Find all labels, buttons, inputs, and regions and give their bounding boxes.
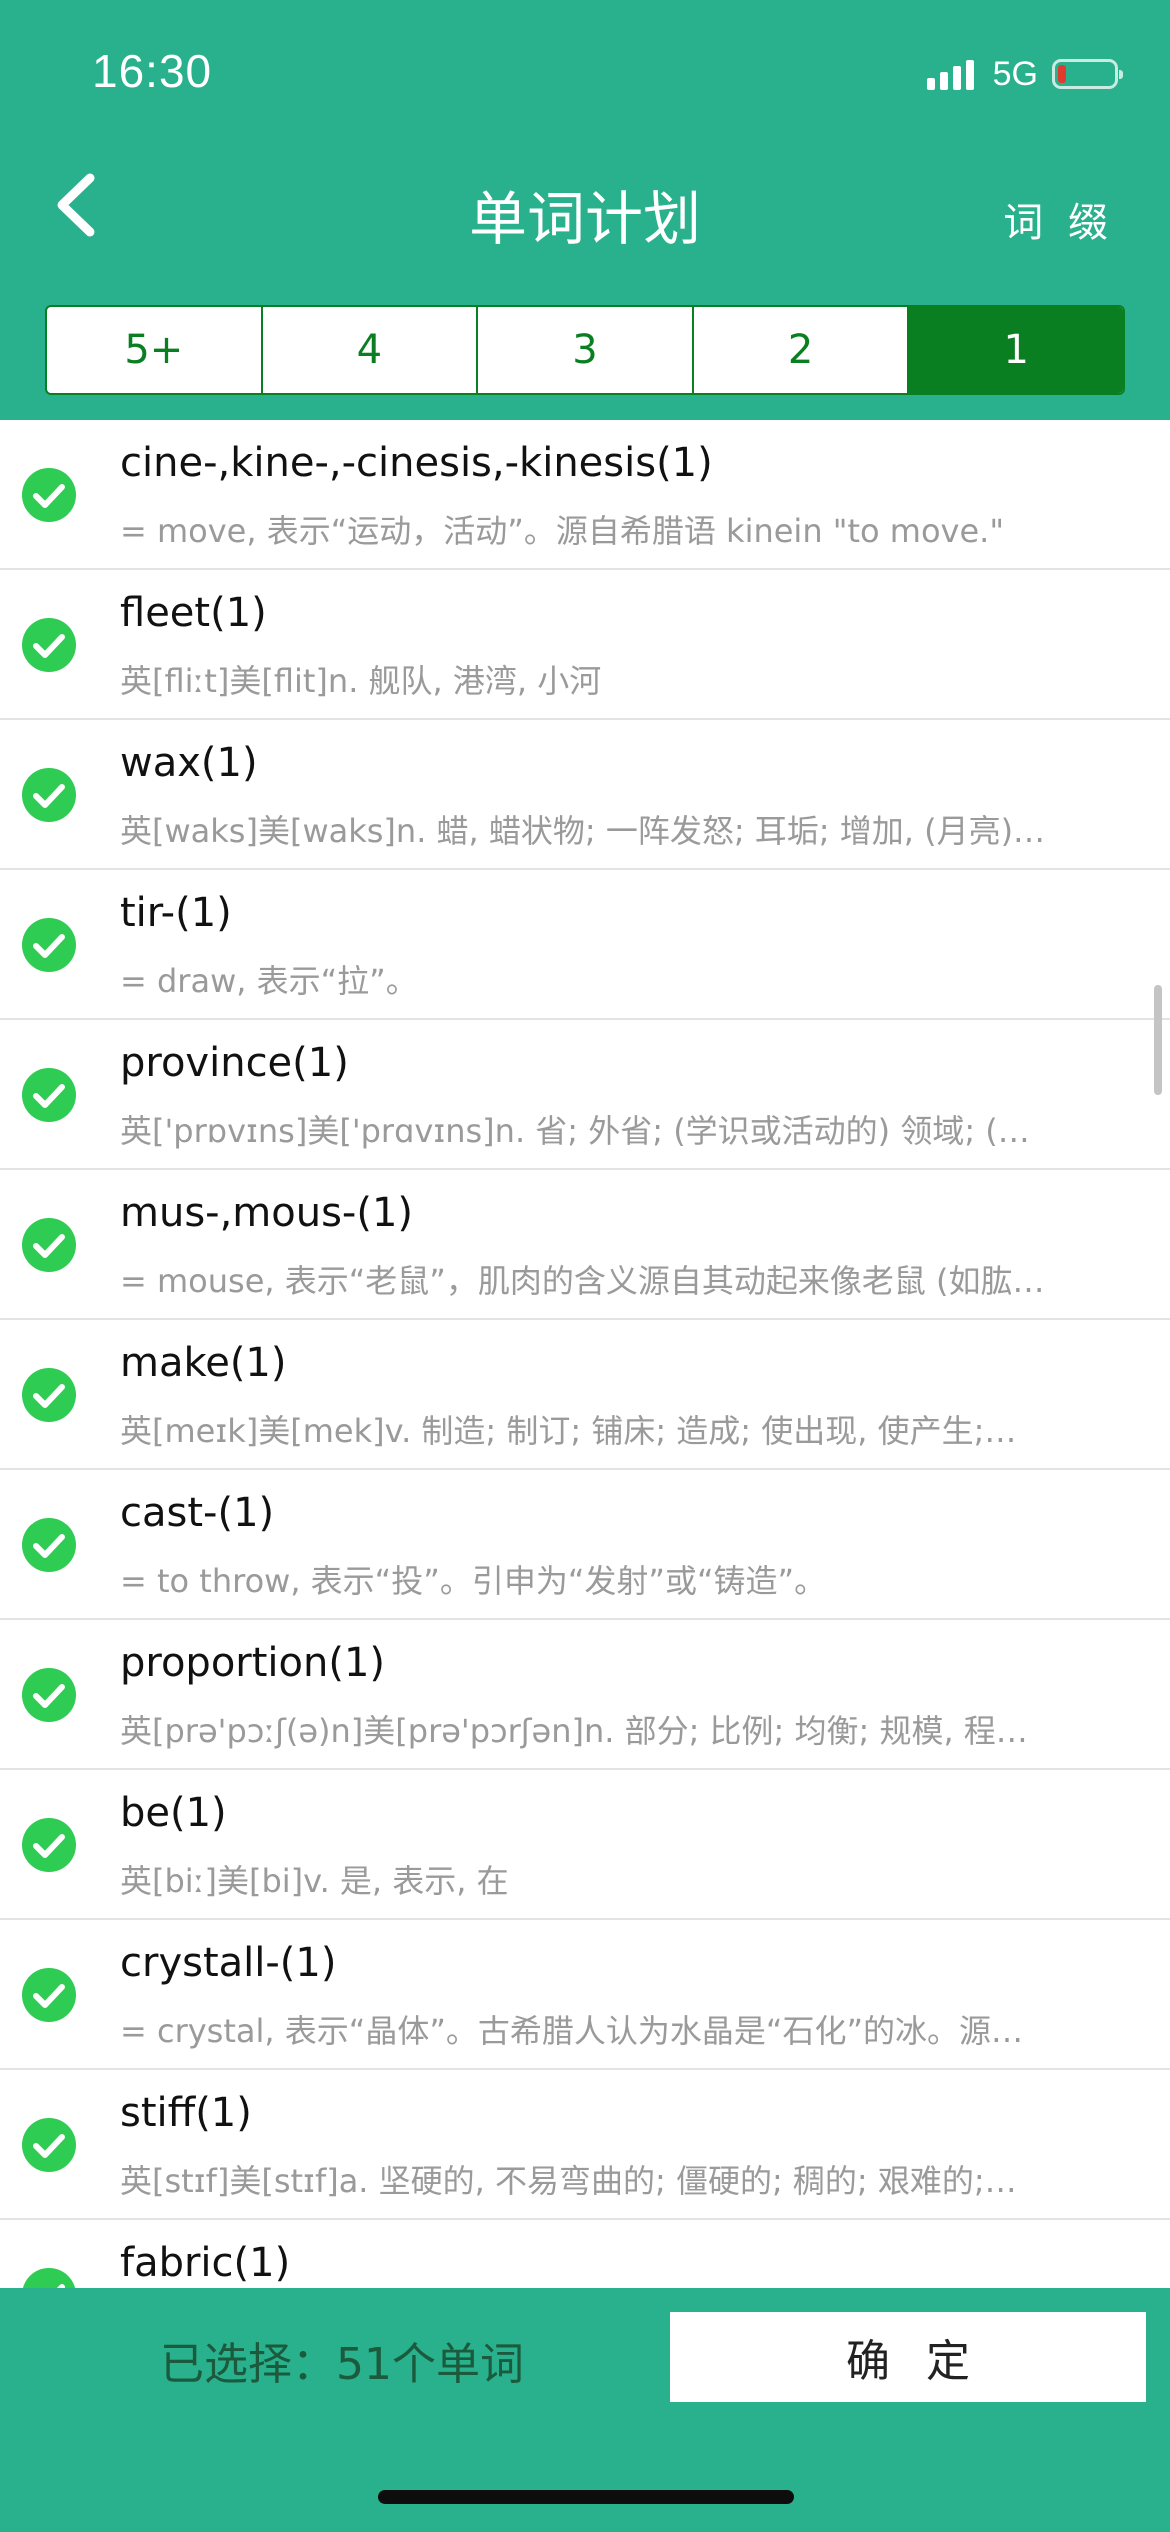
check-icon[interactable] xyxy=(22,768,76,822)
tab-1[interactable]: 1 xyxy=(909,307,1123,393)
word-title: fabric(1) xyxy=(120,2240,291,2286)
tab-5-plus[interactable]: 5+ xyxy=(47,307,263,393)
list-item[interactable]: cast-(1) = to throw, 表示“投”。引申为“发射”或“铸造”。 xyxy=(0,1470,1170,1620)
home-indicator[interactable] xyxy=(378,2490,794,2504)
check-icon[interactable] xyxy=(22,1818,76,1872)
list-item[interactable]: be(1) 英[biː]美[bi]v. 是, 表示, 在 xyxy=(0,1770,1170,1920)
word-description: 英[biː]美[bi]v. 是, 表示, 在 xyxy=(120,1862,509,1900)
word-description: 英[waks]美[waks]n. 蜡, 蜡状物; 一阵发怒; 耳垢; 增加, (… xyxy=(120,812,1046,850)
word-title: province(1) xyxy=(120,1040,349,1086)
check-icon[interactable] xyxy=(22,1518,76,1572)
page-title: 单词计划 xyxy=(468,185,701,253)
check-icon[interactable] xyxy=(22,1368,76,1422)
check-icon[interactable] xyxy=(22,618,76,672)
list-item[interactable]: wax(1) 英[waks]美[waks]n. 蜡, 蜡状物; 一阵发怒; 耳垢… xyxy=(0,720,1170,870)
status-icons: 5G xyxy=(926,54,1123,94)
confirm-button[interactable]: 确定 xyxy=(670,2312,1146,2402)
check-icon[interactable] xyxy=(22,1968,76,2022)
battery-icon xyxy=(1052,59,1123,89)
check-icon[interactable] xyxy=(22,1068,76,1122)
word-title: cine-,kine-,-cinesis,-kinesis(1) xyxy=(120,440,713,486)
word-list[interactable]: cine-,kine-,-cinesis,-kinesis(1) = move,… xyxy=(0,420,1170,2288)
word-description: 英[stɪf]美[stɪf]a. 坚硬的, 不易弯曲的; 僵硬的; 稠的; 艰难… xyxy=(120,2162,1017,2200)
word-description: = draw, 表示“拉”。 xyxy=(120,962,418,1000)
tab-2[interactable]: 2 xyxy=(694,307,910,393)
tab-4[interactable]: 4 xyxy=(263,307,479,393)
word-description: = mouse, 表示“老鼠”，肌肉的含义源自其动起来像老鼠 (如肱… xyxy=(120,1262,1045,1300)
list-item[interactable]: crystall-(1) = crystal, 表示“晶体”。古希腊人认为水晶是… xyxy=(0,1920,1170,2070)
list-item[interactable]: stiff(1) 英[stɪf]美[stɪf]a. 坚硬的, 不易弯曲的; 僵硬… xyxy=(0,2070,1170,2220)
word-title: mus-,mous-(1) xyxy=(120,1190,414,1236)
check-icon[interactable] xyxy=(22,2118,76,2172)
check-icon[interactable] xyxy=(22,918,76,972)
status-time: 16:30 xyxy=(92,45,213,97)
list-item[interactable]: mus-,mous-(1) = mouse, 表示“老鼠”，肌肉的含义源自其动起… xyxy=(0,1170,1170,1320)
word-description: = move, 表示“运动，活动”。源自希腊语 kinein "to move.… xyxy=(120,512,1005,550)
word-title: crystall-(1) xyxy=(120,1940,337,1986)
word-title: be(1) xyxy=(120,1790,227,1836)
word-description: 英[prə'pɔːʃ(ə)n]美[prə'pɔrʃən]n. 部分; 比例; 均… xyxy=(120,1712,1028,1750)
network-label: 5G xyxy=(992,54,1038,93)
count-filter-tabs: 5+ 4 3 2 1 xyxy=(45,305,1125,395)
word-description: 英['prɒvɪns]美['prɑvɪns]n. 省; 外省; (学识或活动的)… xyxy=(120,1112,1030,1150)
list-item[interactable]: province(1) 英['prɒvɪns]美['prɑvɪns]n. 省; … xyxy=(0,1020,1170,1170)
word-description: 英[meɪk]美[mek]v. 制造; 制订; 铺床; 造成; 使出现, 使产生… xyxy=(120,1412,1017,1450)
list-item[interactable]: proportion(1) 英[prə'pɔːʃ(ə)n]美[prə'pɔrʃə… xyxy=(0,1620,1170,1770)
tab-3[interactable]: 3 xyxy=(478,307,694,393)
check-icon[interactable] xyxy=(22,2268,76,2288)
list-item[interactable]: cine-,kine-,-cinesis,-kinesis(1) = move,… xyxy=(0,420,1170,570)
word-title: stiff(1) xyxy=(120,2090,252,2136)
list-item[interactable]: fleet(1) 英[fliːt]美[flit]n. 舰队, 港湾, 小河 xyxy=(0,570,1170,720)
affix-button[interactable]: 词 缀 xyxy=(1003,190,1114,248)
word-title: proportion(1) xyxy=(120,1640,386,1686)
word-title: fleet(1) xyxy=(120,590,267,636)
word-title: make(1) xyxy=(120,1340,287,1386)
list-item[interactable]: tir-(1) = draw, 表示“拉”。 xyxy=(0,870,1170,1020)
check-icon[interactable] xyxy=(22,1218,76,1272)
header: 16:30 5G 单词计划 词 缀 5+ 4 3 2 1 xyxy=(0,0,1170,420)
list-item[interactable]: make(1) 英[meɪk]美[mek]v. 制造; 制订; 铺床; 造成; … xyxy=(0,1320,1170,1470)
word-title: tir-(1) xyxy=(120,890,232,936)
word-description: = to throw, 表示“投”。引申为“发射”或“铸造”。 xyxy=(120,1562,827,1600)
word-description: 英[fliːt]美[flit]n. 舰队, 港湾, 小河 xyxy=(120,662,602,700)
scrollbar[interactable] xyxy=(1154,985,1162,1095)
check-icon[interactable] xyxy=(22,468,76,522)
signal-icon xyxy=(926,58,979,90)
list-item[interactable]: fabric(1) xyxy=(0,2220,1170,2288)
word-description: = crystal, 表示“晶体”。古希腊人认为水晶是“石化”的冰。源… xyxy=(120,2012,1024,2050)
word-title: cast-(1) xyxy=(120,1490,275,1536)
selected-count: 已选择：51个单词 xyxy=(160,2339,524,2390)
word-title: wax(1) xyxy=(120,740,258,786)
check-icon[interactable] xyxy=(22,1668,76,1722)
